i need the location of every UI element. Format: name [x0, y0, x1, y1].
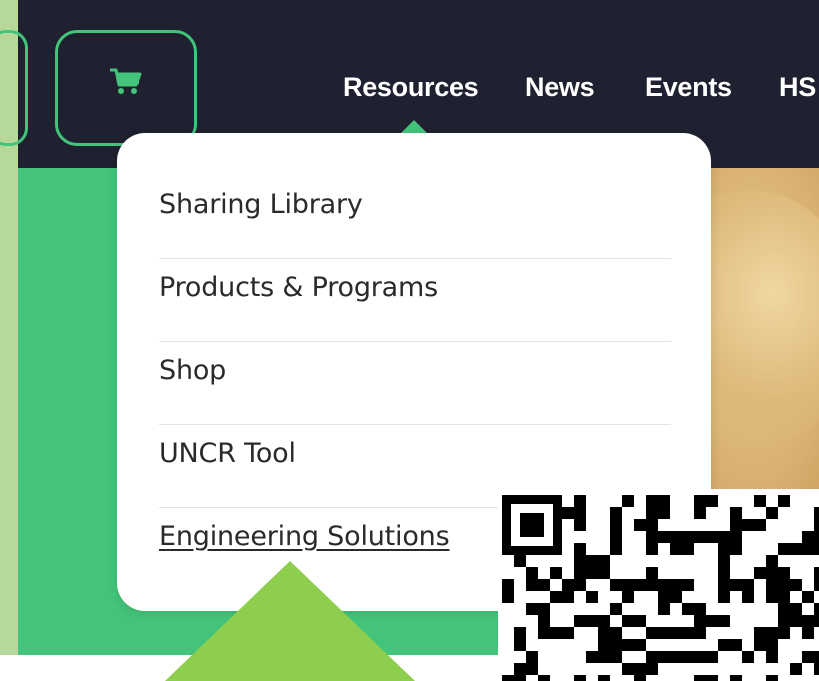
shopping-cart-icon — [109, 68, 143, 101]
nav-link-events[interactable]: Events — [645, 72, 732, 103]
cart-button[interactable] — [55, 30, 197, 146]
nav-link-hs[interactable]: HS — [779, 72, 816, 103]
menu-item-products-programs[interactable]: Products & Programs — [159, 259, 671, 342]
menu-item-label: Products & Programs — [159, 272, 438, 303]
menu-item-label: Sharing Library — [159, 189, 363, 220]
menu-item-sharing-library[interactable]: Sharing Library — [159, 176, 671, 259]
page-frame: Resources News Events HS Sharing Library… — [0, 0, 819, 681]
menu-item-label: Engineering Solutions — [159, 521, 450, 552]
green-triangle-decoration — [165, 561, 415, 681]
menu-item-shop[interactable]: Shop — [159, 342, 671, 425]
menu-item-label: Shop — [159, 355, 227, 386]
nav-link-resources[interactable]: Resources — [343, 72, 479, 103]
nav-link-news[interactable]: News — [525, 72, 595, 103]
qr-code-icon — [498, 489, 819, 681]
account-button[interactable] — [0, 30, 28, 146]
qr-code — [498, 489, 819, 681]
menu-item-label: UNCR Tool — [159, 438, 296, 469]
